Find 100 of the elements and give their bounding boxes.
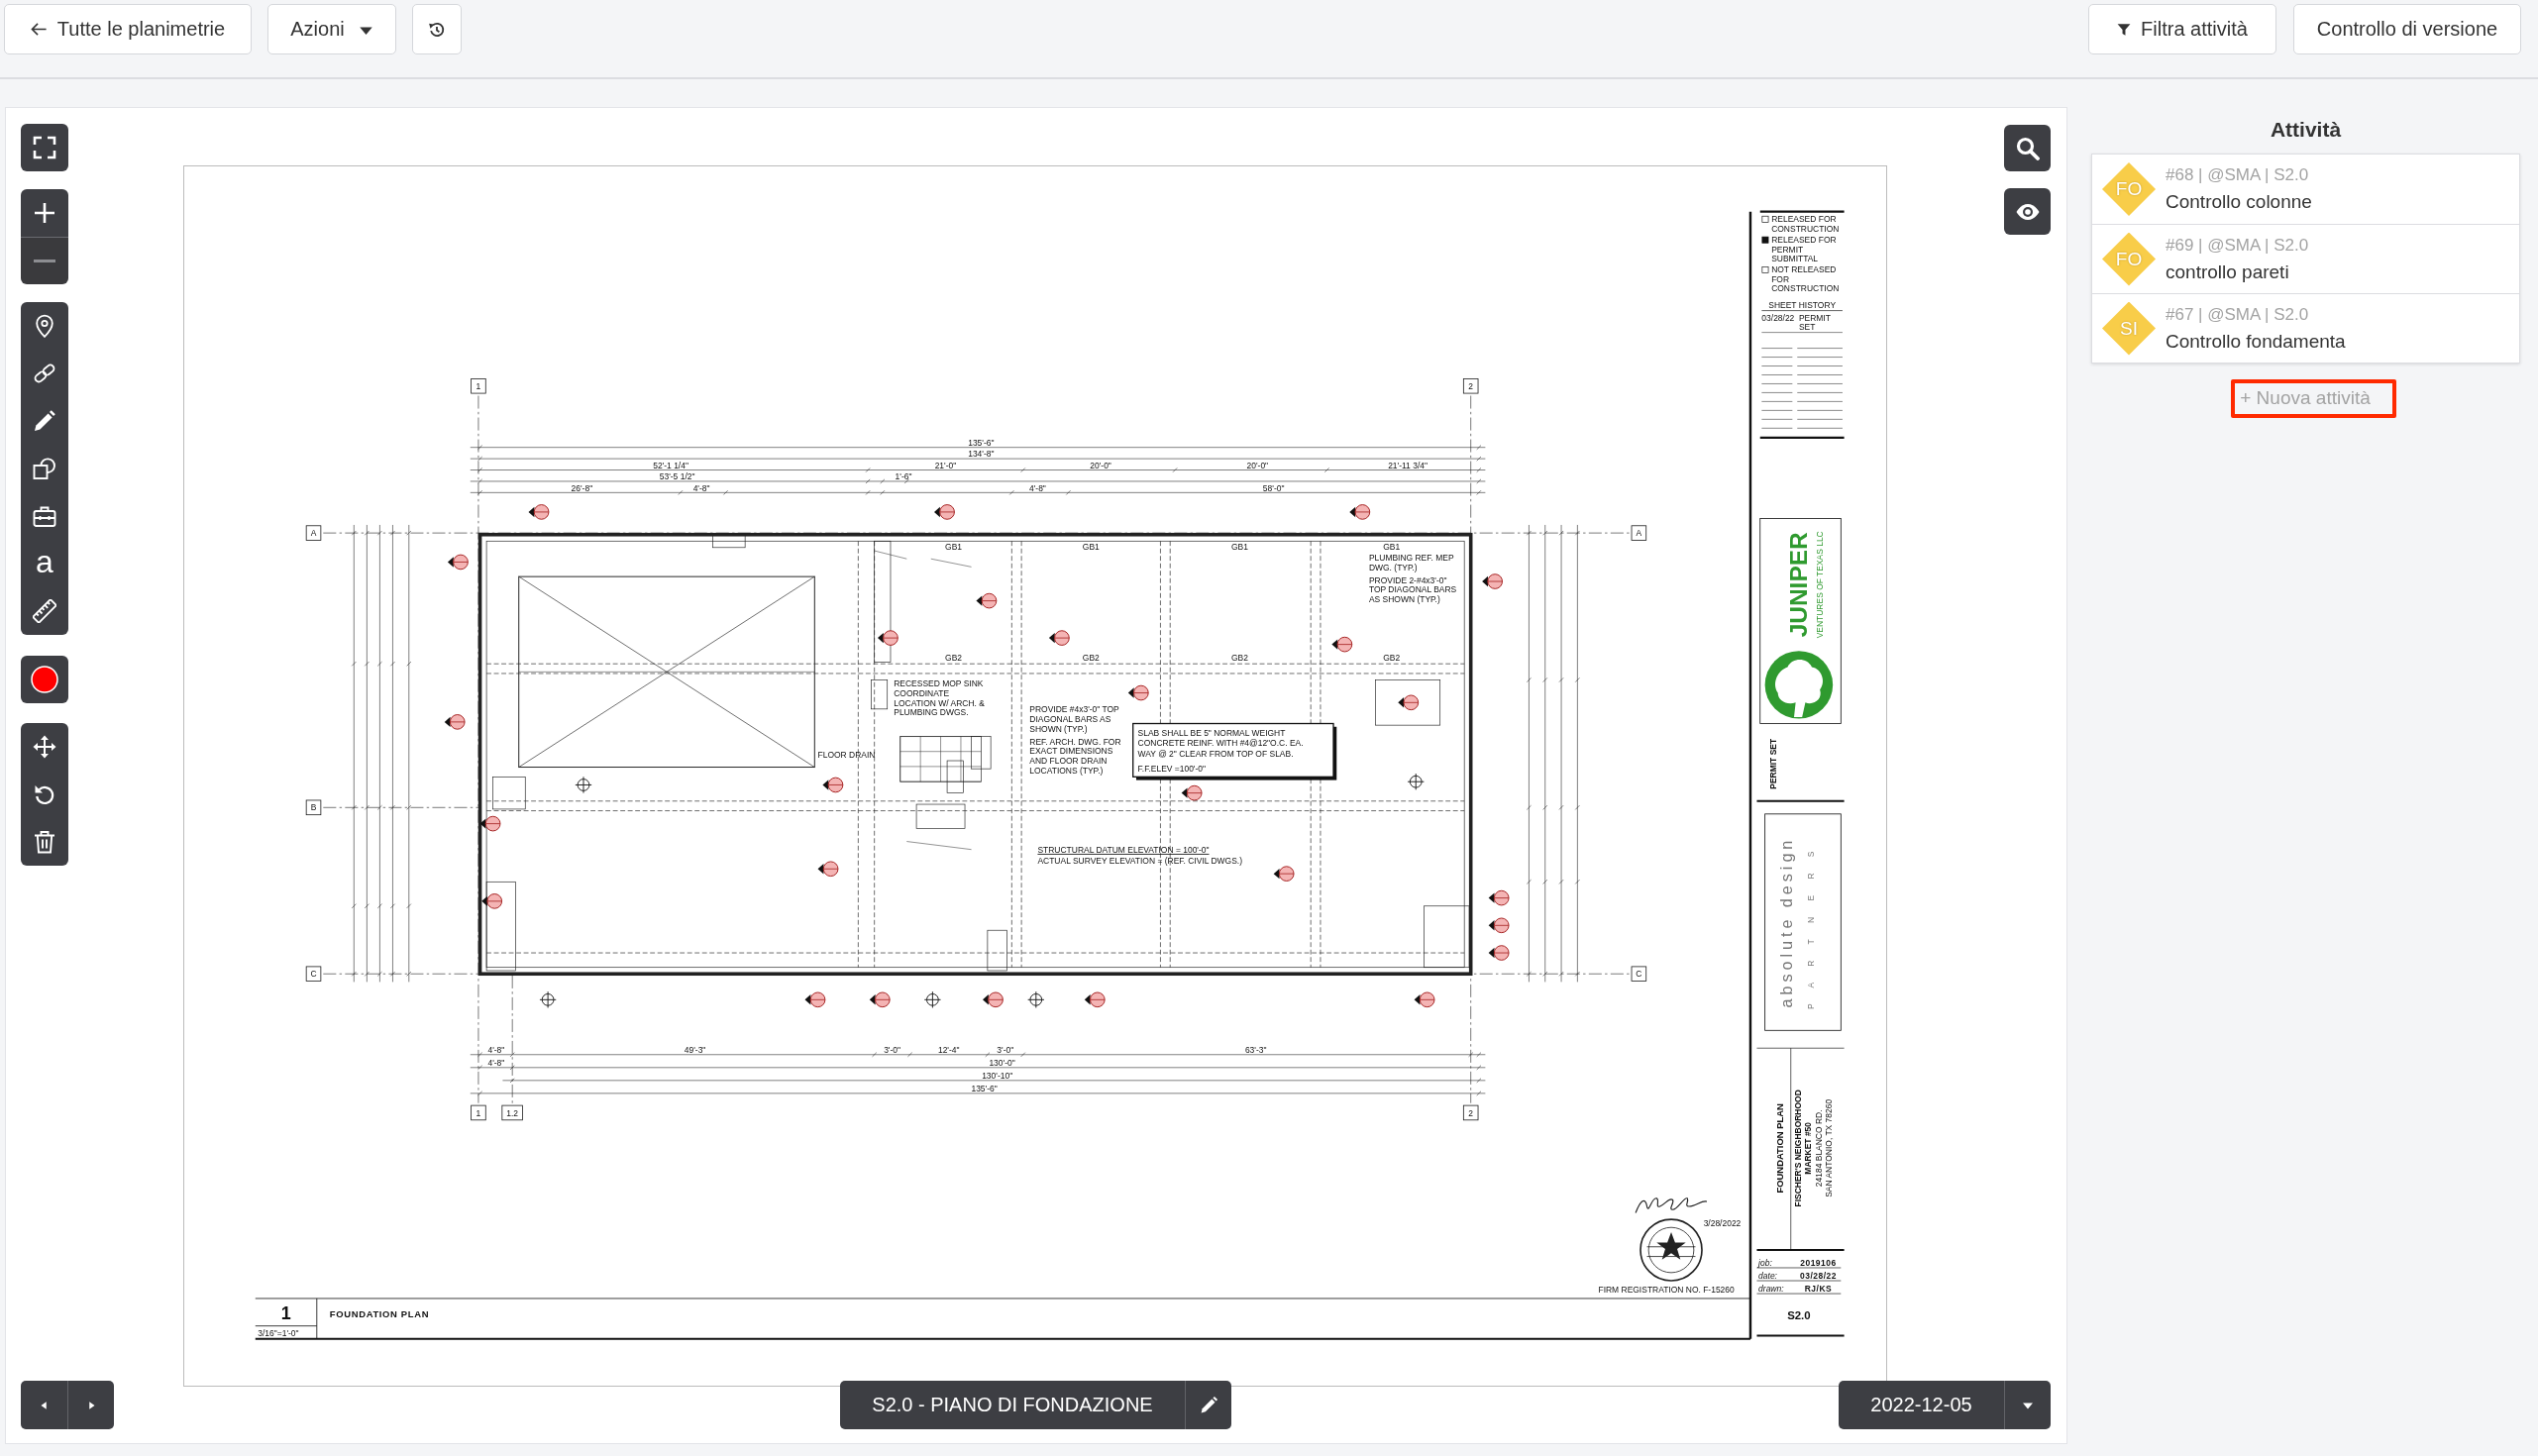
column-symbol-icon xyxy=(1407,773,1425,790)
activity-item[interactable]: FO #69 | @SMA | S2.0 controllo pareti xyxy=(2092,224,2519,293)
info-label: drawn: xyxy=(1758,1283,1784,1294)
section-marker-icon xyxy=(528,504,550,520)
section-marker-icon xyxy=(983,991,1004,1008)
actions-button[interactable]: Azioni xyxy=(267,4,396,54)
view-scale: 3/16"=1'-0" xyxy=(258,1328,299,1339)
dimension-label: 49'-3" xyxy=(684,1044,706,1055)
category-marker: SI xyxy=(2102,301,2156,356)
project-address: 24184 BLANCO RD. xyxy=(1813,1109,1824,1188)
dimension-label: 130'-10" xyxy=(982,1070,1013,1081)
grid-label: B xyxy=(305,799,322,816)
section-marker-icon xyxy=(934,504,955,520)
section-marker-icon xyxy=(1127,684,1149,701)
view-number: 1 xyxy=(280,1303,291,1324)
sheet-name-button[interactable]: S2.0 - PIANO DI FONDAZIONE xyxy=(840,1381,1185,1429)
project-name: FISCHER'S NEIGHBORHOOD xyxy=(1792,1090,1803,1207)
grid-label: A xyxy=(1631,525,1647,541)
client-name: JUNIPER xyxy=(1785,532,1813,638)
dimension-label: 52'-1 1/4" xyxy=(653,460,688,470)
sheet-number: S2.0 xyxy=(1787,1309,1811,1322)
beam-label: GB2 xyxy=(1383,652,1401,663)
beam-label: GB2 xyxy=(945,652,963,663)
briefcase-icon xyxy=(33,504,56,528)
search-icon xyxy=(2015,136,2040,160)
activity-item[interactable]: FO #68 | @SMA | S2.0 Controllo colonne xyxy=(2092,155,2519,224)
text-tool-button[interactable]: a xyxy=(21,540,68,587)
history-icon xyxy=(428,20,446,39)
section-marker-icon xyxy=(822,777,844,793)
column-symbol-icon xyxy=(539,990,557,1008)
section-marker-icon xyxy=(444,714,466,730)
dimension-label: 4'-8" xyxy=(692,482,710,493)
version-dropdown-button[interactable] xyxy=(2004,1381,2051,1429)
delete-button[interactable] xyxy=(21,818,68,866)
category-marker: FO xyxy=(2102,232,2156,286)
section-marker-icon xyxy=(1414,991,1435,1008)
grid-label: 2 xyxy=(1462,378,1479,394)
grid-label: C xyxy=(305,966,322,982)
section-marker-icon xyxy=(447,554,469,571)
plan-note: ACTUAL SURVEY ELEVATION = (REF. CIVIL DWGS.) xyxy=(1037,856,1243,867)
section-marker-icon xyxy=(817,861,839,878)
caret-left-icon xyxy=(40,1399,49,1411)
plan-note: STRUCTURAL DATUM ELEVATION = 100'-0" xyxy=(1037,844,1210,855)
version-date-button[interactable]: 2022-12-05 xyxy=(1839,1381,2004,1429)
move-icon xyxy=(33,735,56,759)
color-button[interactable] xyxy=(21,656,68,703)
edit-sheet-button[interactable] xyxy=(1185,1381,1231,1429)
dimension-label: 135'-6" xyxy=(968,438,995,449)
architect-subtitle: PARTNERS xyxy=(1805,835,1816,1009)
section-marker-icon xyxy=(976,592,998,609)
dimension-label: 3'-0" xyxy=(997,1044,1014,1055)
trash-icon xyxy=(33,830,56,854)
search-button[interactable] xyxy=(2004,125,2051,171)
link-icon xyxy=(33,362,56,385)
dimension-label: 53'-5 1/2" xyxy=(659,471,695,482)
minus-icon xyxy=(34,260,55,262)
version-control-button[interactable]: Controllo di versione xyxy=(2293,4,2521,54)
release-label: RELEASED FOR CONSTRUCTION xyxy=(1771,214,1840,234)
visibility-button[interactable] xyxy=(2004,188,2051,235)
activities-title: Attività xyxy=(2269,117,2343,143)
pencil-icon xyxy=(1199,1396,1218,1414)
section-marker-icon xyxy=(1181,784,1203,801)
measure-tool-button[interactable] xyxy=(21,587,68,635)
activity-item[interactable]: SI #67 | @SMA | S2.0 Controllo fondamenta xyxy=(2092,293,2519,363)
plan-note: REF. ARCH. DWG. FOR EXACT DIMENSIONS AND FLOOR DRAIN LOCATIONS (TYP.) xyxy=(1029,736,1121,777)
slab-note: SLAB SHALL BE 5" NORMAL WEIGHT CONCRETE REINF. WITH #4@12"O.C. EA. WAY @ 2" CLEAR FROM TOP OF SLAB. F.F.ELEV =100'-0" xyxy=(1132,722,1337,780)
issue-label: PERMIT SET xyxy=(1768,738,1779,789)
grid-label: A xyxy=(305,525,322,541)
release-label: NOT RELEASED FOR CONSTRUCTION xyxy=(1771,264,1840,294)
section-marker-icon xyxy=(1398,694,1420,711)
dimension-label: 4'-8" xyxy=(487,1044,505,1055)
section-marker-icon xyxy=(479,815,501,832)
dimension-label: 12'-4" xyxy=(937,1044,960,1055)
sheet-history-title: SHEET HISTORY xyxy=(1768,299,1837,310)
section-marker-icon xyxy=(1048,630,1070,646)
architect-name: absolute design xyxy=(1777,836,1796,1008)
zoom-in-button[interactable] xyxy=(21,189,68,237)
beam-label: GB1 xyxy=(1383,542,1401,553)
engineer-seal-icon xyxy=(1639,1218,1703,1282)
project-address: SAN ANTONIO, TX 78260 xyxy=(1824,1098,1835,1197)
dimension-label: 20'-0" xyxy=(1246,460,1269,470)
plan-note: PLUMBING REF. MEP DWG. (TYP.) xyxy=(1368,552,1454,572)
pin-tool-button[interactable] xyxy=(21,302,68,350)
beam-label: GB2 xyxy=(1082,652,1100,663)
project-name: MARKET #50 xyxy=(1802,1121,1813,1175)
section-marker-icon xyxy=(1349,504,1371,520)
fullscreen-button[interactable] xyxy=(21,124,68,171)
plan-note: RECESSED MOP SINK COORDINATE LOCATION W/ ARCH. & PLUMBING DWGS. xyxy=(894,678,985,718)
back-button[interactable]: Tutte le planimetrie xyxy=(4,4,252,54)
grid-label: 2 xyxy=(1462,1104,1479,1121)
history-date: 03/28/22 xyxy=(1761,312,1795,323)
section-marker-icon xyxy=(804,991,826,1008)
dimension-label: 20'-0" xyxy=(1090,460,1111,470)
history-button[interactable] xyxy=(412,4,462,54)
move-tool-button[interactable] xyxy=(21,723,68,771)
filter-activities-button[interactable]: Filtra attività xyxy=(2088,4,2276,54)
info-label: date: xyxy=(1758,1270,1777,1281)
column-symbol-icon xyxy=(1027,990,1045,1008)
dimension-label: 3'-0" xyxy=(884,1044,901,1055)
info-value: 03/28/22 xyxy=(1800,1270,1837,1281)
